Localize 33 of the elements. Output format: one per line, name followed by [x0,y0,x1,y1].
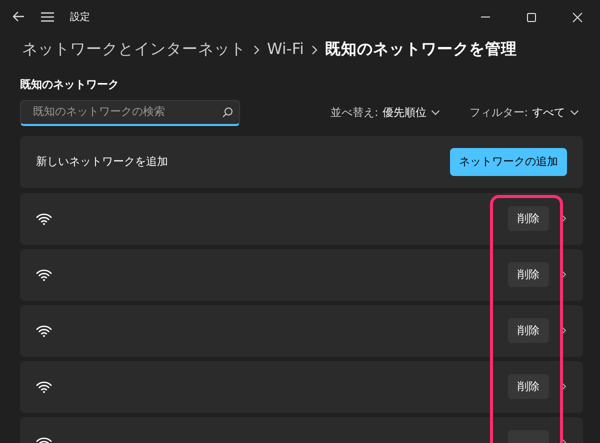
window-title: 設定 [70,10,90,24]
wifi-icon [36,324,52,337]
wifi-icon [36,212,52,225]
page-title: 既知のネットワークを管理 [324,39,517,60]
breadcrumb-link[interactable]: Wi-Fi [267,38,304,62]
network-row[interactable]: 削除 [20,248,583,301]
section-title: 既知のネットワーク [20,78,119,92]
chevron-icon [561,326,567,336]
delete-button[interactable]: 削除 [508,318,549,344]
breadcrumb-link[interactable]: ネットワークとインターネット [22,38,246,62]
chevron-icon [561,382,567,392]
chevron-icon [561,270,567,280]
delete-button[interactable]: 削除 [508,374,549,400]
delete-button[interactable]: 削除 [508,262,549,288]
search-field[interactable]: 既知のネットワークの検索 [20,100,240,126]
search-icon [222,106,233,118]
menu-icon[interactable] [41,10,54,24]
chevron-icon [310,44,318,55]
filter-dropdown[interactable]: フィルター: すべて [469,104,580,121]
delete-button[interactable]: 削除 [508,206,549,232]
add-network-label: 新しいネットワークを追加 [36,154,168,170]
close-icon[interactable] [572,12,582,22]
search-input[interactable]: 既知のネットワークの検索 [31,103,222,122]
wifi-icon [36,268,52,281]
network-row[interactable]: 削除 [20,304,583,357]
wifi-icon [36,380,52,393]
chevron-icon [253,44,260,55]
add-network-button[interactable]: ネットワークの追加 [450,148,567,176]
network-row[interactable]: 削除 [20,360,583,413]
maximize-icon[interactable] [526,12,536,22]
sort-dropdown[interactable]: 並べ替え: 優先順位 [330,104,442,121]
chevron-icon [561,214,567,224]
network-row[interactable]: 削除 [20,192,583,245]
